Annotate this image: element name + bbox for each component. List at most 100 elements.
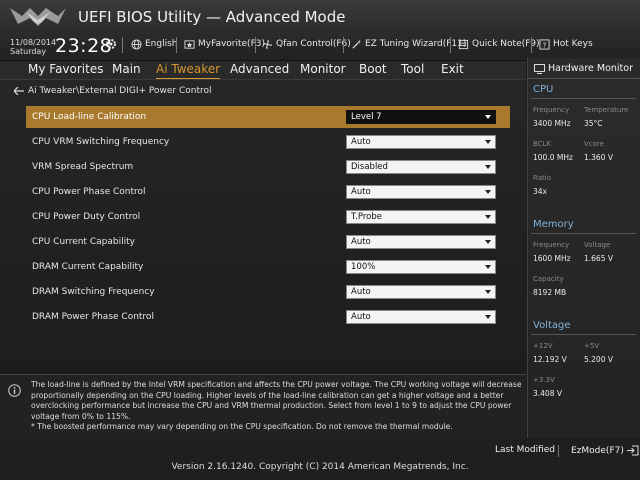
- setting-row-cpu-vrm-switching-frequency[interactable]: CPU VRM Switching Frequency Auto: [26, 131, 510, 153]
- copyright-text: Version 2.16.1240. Copyright (C) 2014 Am…: [171, 462, 469, 472]
- language-label: English: [145, 39, 178, 49]
- quick-note-label: Quick Note(F9): [472, 39, 540, 49]
- vcore-value: 1.360 V: [584, 153, 613, 162]
- wizard-icon: [352, 39, 362, 49]
- ratio-label: Ratio: [533, 174, 551, 182]
- setting-label: DRAM Power Phase Control: [32, 312, 154, 322]
- v33-value: 3.408 V: [533, 389, 562, 398]
- ezmode-button[interactable]: EzMode(F7): [571, 445, 639, 456]
- setting-label: CPU Load-line Calibration: [32, 112, 147, 122]
- favorite-icon: [184, 39, 195, 49]
- memory-frequency-label: Frequency: [533, 241, 570, 249]
- setting-row-dram-power-phase-control[interactable]: DRAM Power Phase Control Auto: [26, 306, 510, 328]
- myfavorite-button[interactable]: MyFavorite(F3): [184, 36, 265, 52]
- toolbar-separator: [450, 37, 451, 53]
- setting-row-cpu-power-duty-control[interactable]: CPU Power Duty Control T.Probe: [26, 206, 510, 228]
- last-modified-button[interactable]: Last Modified: [495, 445, 555, 455]
- chevron-down-icon: [485, 265, 491, 269]
- tab-ai-tweaker[interactable]: Ai Tweaker: [156, 60, 221, 79]
- setting-label: DRAM Switching Frequency: [32, 287, 155, 297]
- breadcrumb[interactable]: Ai Tweaker\External DIGI+ Power Control: [14, 86, 212, 96]
- vrm-spread-spectrum-select[interactable]: Disabled: [346, 160, 496, 174]
- toolbar-separator: [531, 37, 532, 53]
- hot-keys-label: Hot Keys: [553, 39, 593, 49]
- chevron-down-icon: [485, 165, 491, 169]
- memory-frequency-value: 1600 MHz: [533, 254, 571, 263]
- hardware-monitor-title: Hardware Monitor: [534, 63, 633, 74]
- setting-label: CPU Current Capability: [32, 237, 135, 247]
- window-title: UEFI BIOS Utility — Advanced Mode: [78, 8, 346, 26]
- tab-main[interactable]: Main: [112, 60, 141, 78]
- section-divider: [531, 334, 636, 335]
- tab-my-favorites[interactable]: My Favorites: [28, 60, 103, 78]
- v12-value: 12.192 V: [533, 355, 567, 364]
- ezmode-label: EzMode(F7): [571, 445, 624, 456]
- tab-boot[interactable]: Boot: [359, 60, 387, 78]
- cpu-power-duty-control-select[interactable]: T.Probe: [346, 210, 496, 224]
- select-value: Auto: [351, 137, 371, 147]
- hardware-monitor-divider: [527, 78, 640, 79]
- exit-mode-icon: [626, 445, 639, 456]
- tab-monitor[interactable]: Monitor: [300, 60, 346, 78]
- v12-label: +12V: [533, 342, 553, 350]
- cpu-frequency-value: 3400 MHz: [533, 119, 571, 128]
- dram-current-capability-select[interactable]: 100%: [346, 260, 496, 274]
- date-display: 11/08/2014 Saturday: [10, 38, 56, 56]
- tab-advanced[interactable]: Advanced: [230, 60, 289, 78]
- capacity-value: 8192 MB: [533, 288, 567, 297]
- hardware-monitor-label: Hardware Monitor: [548, 63, 633, 74]
- help-note: * The boosted performance may vary depen…: [31, 422, 453, 431]
- dram-power-phase-control-select[interactable]: Auto: [346, 310, 496, 324]
- gear-icon[interactable]: [105, 35, 117, 49]
- setting-label: CPU Power Duty Control: [32, 212, 141, 222]
- dram-switching-frequency-select[interactable]: Auto: [346, 285, 496, 299]
- hot-keys-button[interactable]: ? Hot Keys: [539, 36, 593, 52]
- tab-exit[interactable]: Exit: [441, 60, 464, 78]
- voltage-section-heading: Voltage: [533, 320, 571, 331]
- chevron-down-icon: [485, 190, 491, 194]
- bclk-label: BCLK: [533, 140, 552, 148]
- help-description: The load-line is defined by the Intel VR…: [31, 380, 522, 421]
- cpu-section-heading: CPU: [533, 84, 554, 95]
- tab-tool[interactable]: Tool: [401, 60, 424, 78]
- chevron-down-icon: [485, 315, 491, 319]
- memory-section-heading: Memory: [533, 219, 574, 230]
- cpu-current-capability-select[interactable]: Auto: [346, 235, 496, 249]
- toolbar-separator: [255, 37, 256, 53]
- breadcrumb-path: Ai Tweaker\External DIGI+ Power Control: [28, 86, 212, 96]
- day-text: Saturday: [10, 47, 47, 56]
- cpu-vrm-switching-frequency-select[interactable]: Auto: [346, 135, 496, 149]
- select-value: Auto: [351, 187, 371, 197]
- cpu-power-phase-control-select[interactable]: Auto: [346, 185, 496, 199]
- setting-row-dram-current-capability[interactable]: DRAM Current Capability 100%: [26, 256, 510, 278]
- cpu-temperature-label: Temperature: [584, 106, 629, 114]
- select-value: Auto: [351, 287, 371, 297]
- fan-icon: [262, 39, 273, 49]
- back-arrow-icon[interactable]: [14, 87, 24, 95]
- quick-note-button[interactable]: Quick Note(F9): [458, 36, 540, 52]
- toolbar-separator: [176, 37, 177, 53]
- cpu-temperature-value: 35°C: [584, 119, 603, 128]
- select-value: Auto: [351, 312, 371, 322]
- cpu-load-line-calibration-select[interactable]: Level 7: [346, 110, 496, 124]
- tuf-logo-icon: [8, 4, 68, 30]
- setting-label: DRAM Current Capability: [32, 262, 144, 272]
- v5-label: +5V: [584, 342, 600, 350]
- section-divider: [531, 233, 636, 234]
- qfan-control-button[interactable]: Qfan Control(F6): [262, 36, 351, 52]
- capacity-label: Capacity: [533, 275, 564, 283]
- setting-row-vrm-spread-spectrum[interactable]: VRM Spread Spectrum Disabled: [26, 156, 510, 178]
- ez-tuning-wizard-label: EZ Tuning Wizard(F11): [365, 39, 467, 49]
- globe-icon: [131, 38, 142, 50]
- setting-row-cpu-load-line-calibration[interactable]: CPU Load-line Calibration Level 7: [26, 106, 510, 128]
- help-icon: ?: [539, 38, 550, 50]
- chevron-down-icon: [485, 140, 491, 144]
- language-button[interactable]: English: [131, 36, 178, 52]
- clock-time: 23:28: [55, 35, 113, 57]
- setting-row-dram-switching-frequency[interactable]: DRAM Switching Frequency Auto: [26, 281, 510, 303]
- chevron-down-icon: [485, 115, 491, 119]
- setting-row-cpu-current-capability[interactable]: CPU Current Capability Auto: [26, 231, 510, 253]
- toolbar-separator: [343, 37, 344, 53]
- svg-text:?: ?: [543, 40, 547, 49]
- setting-row-cpu-power-phase-control[interactable]: CPU Power Phase Control Auto: [26, 181, 510, 203]
